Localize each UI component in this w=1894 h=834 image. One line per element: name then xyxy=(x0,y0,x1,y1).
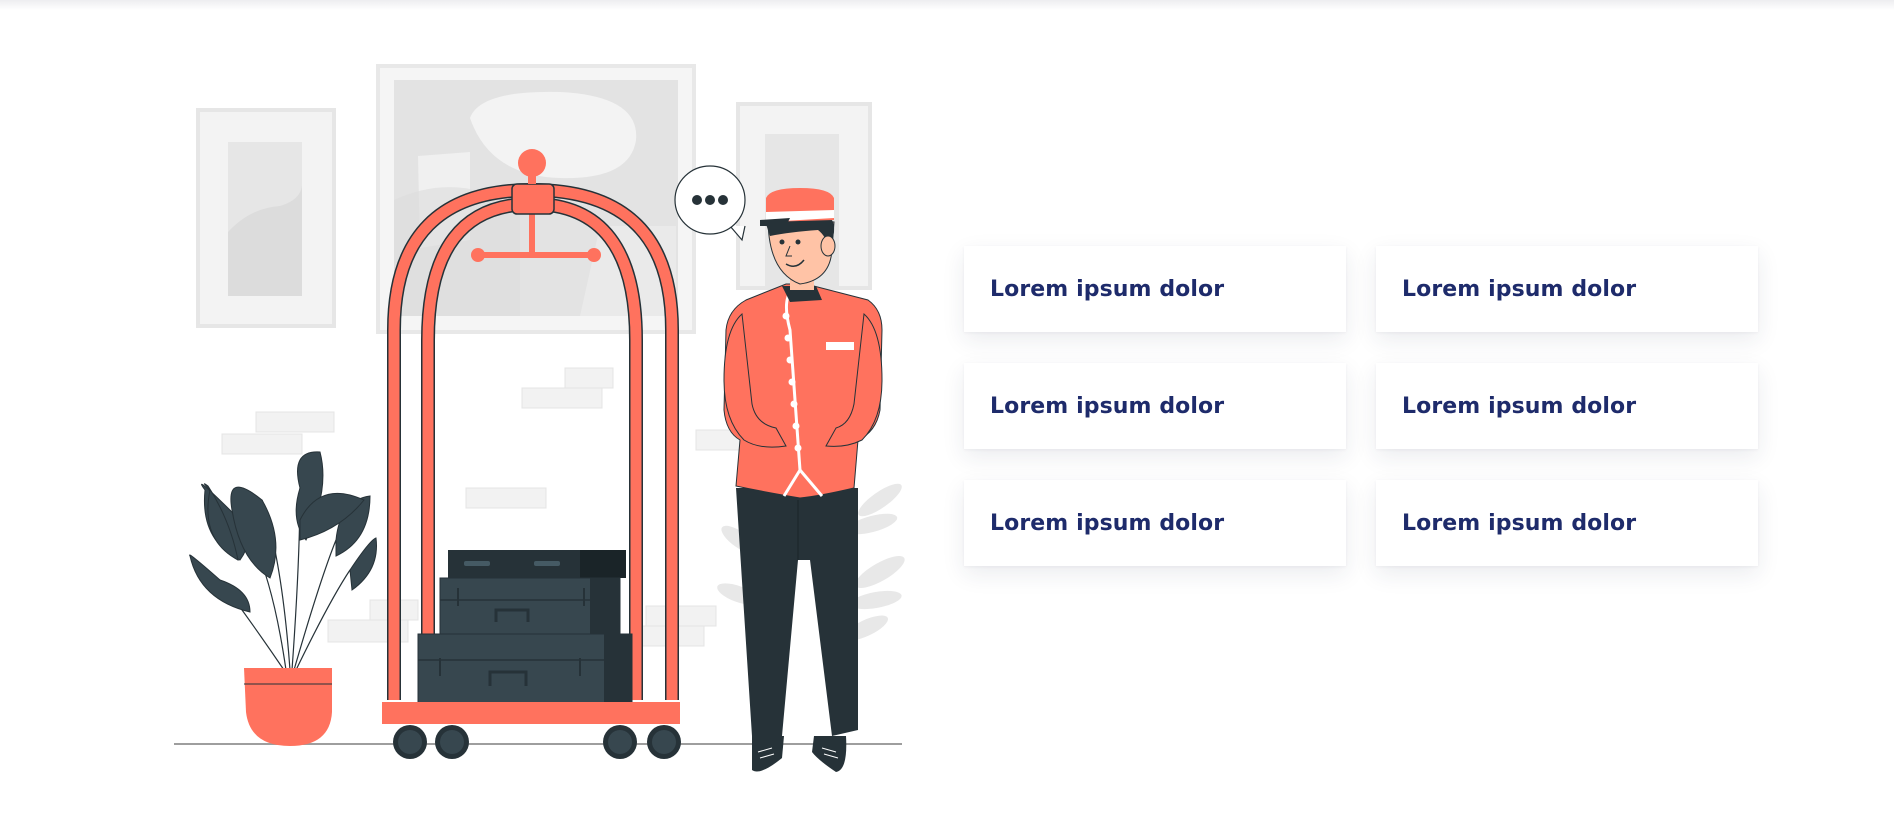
potted-plant xyxy=(189,451,377,746)
feature-grid: Lorem ipsum dolor Lorem ipsum dolor Lore… xyxy=(964,246,1760,566)
suitcase-middle xyxy=(439,577,621,635)
feature-card[interactable]: Lorem ipsum dolor xyxy=(1376,246,1758,332)
feature-label: Lorem ipsum dolor xyxy=(1402,393,1637,419)
feature-card[interactable]: Lorem ipsum dolor xyxy=(964,480,1346,566)
feature-label: Lorem ipsum dolor xyxy=(990,393,1225,419)
cart-wheels xyxy=(393,725,681,759)
feature-card[interactable]: Lorem ipsum dolor xyxy=(1376,480,1758,566)
bellhop-illustration xyxy=(150,50,920,790)
suitcase-top xyxy=(448,550,626,578)
suitcase-bottom xyxy=(417,633,633,705)
left-picture-frame xyxy=(196,108,336,328)
feature-label: Lorem ipsum dolor xyxy=(1402,276,1637,302)
feature-label: Lorem ipsum dolor xyxy=(990,510,1225,536)
feature-label: Lorem ipsum dolor xyxy=(990,276,1225,302)
feature-card[interactable]: Lorem ipsum dolor xyxy=(964,363,1346,449)
feature-card[interactable]: Lorem ipsum dolor xyxy=(1376,363,1758,449)
feature-label: Lorem ipsum dolor xyxy=(1402,510,1637,536)
feature-card[interactable]: Lorem ipsum dolor xyxy=(964,246,1346,332)
top-shadow xyxy=(0,0,1894,10)
